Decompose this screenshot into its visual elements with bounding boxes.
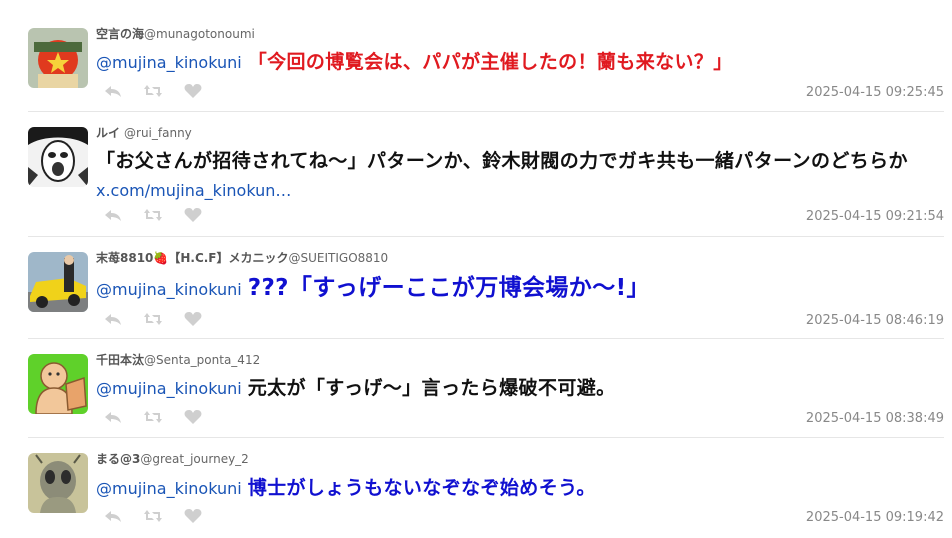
tweet-text: @mujina_kinokuni 「今回の博覧会は、パパが主催したの！蘭も来ない？… [96, 48, 946, 77]
avatar[interactable] [28, 127, 88, 187]
tweet-text: @mujina_kinokuni 元太が「すっげ〜」言ったら爆破不可避。 [96, 374, 946, 403]
reply-icon[interactable] [104, 409, 122, 425]
retweet-icon[interactable] [144, 83, 162, 99]
divider [28, 338, 944, 339]
reply-icon[interactable] [104, 508, 122, 524]
like-icon[interactable] [184, 207, 202, 223]
user-line: ルイ @rui_fanny [96, 124, 192, 141]
tweet-body: 博士がしょうもないなぞなぞ始めそう。 [247, 477, 596, 499]
divider [28, 437, 944, 438]
user-line: 空言の海@munagotonoumi [96, 25, 255, 42]
tweet-body: 「今回の博覧会は、パパが主催したの！蘭も来ない？」 [247, 51, 733, 73]
display-name[interactable]: 千田本汰 [96, 353, 144, 367]
tweet-actions [104, 508, 202, 524]
reply-icon[interactable] [104, 207, 122, 223]
display-name[interactable]: ルイ [96, 126, 120, 140]
like-icon[interactable] [184, 409, 202, 425]
tweet-text: 「お父さんが招待されてね〜」パターンか、鈴木財閥の力でガキ共も一緒パターンのどち… [96, 147, 936, 205]
like-icon[interactable] [184, 508, 202, 524]
handle[interactable]: @great_journey_2 [140, 452, 248, 466]
tweet-actions [104, 207, 202, 223]
mention-link[interactable]: @mujina_kinokuni [96, 53, 242, 72]
retweet-icon[interactable] [144, 409, 162, 425]
tweet-text: @mujina_kinokuni ???「すっげーここが万博会場か〜!」 [96, 274, 946, 304]
divider [28, 111, 944, 112]
mention-link[interactable]: @mujina_kinokuni [96, 479, 242, 498]
like-icon[interactable] [184, 83, 202, 99]
handle[interactable]: @rui_fanny [124, 126, 192, 140]
timestamp[interactable]: 2025-04-15 09:21:54 [806, 209, 944, 224]
reply-icon[interactable] [104, 311, 122, 327]
tweet-body: ???「すっげーここが万博会場か〜!」 [247, 275, 650, 301]
tweet-text: @mujina_kinokuni 博士がしょうもないなぞなぞ始めそう。 [96, 474, 946, 503]
handle[interactable]: @Senta_ponta_412 [144, 353, 260, 367]
avatar[interactable] [28, 28, 88, 88]
user-line: 千田本汰@Senta_ponta_412 [96, 351, 260, 368]
user-line: 末苺8810🍓【H.C.F】メカニック@SUEITIGO8810 [96, 249, 388, 266]
avatar[interactable] [28, 252, 88, 312]
mention-link[interactable]: @mujina_kinokuni [96, 280, 242, 299]
handle[interactable]: @SUEITIGO8810 [289, 251, 389, 265]
handle[interactable]: @munagotonoumi [144, 27, 255, 41]
tweet-actions [104, 83, 202, 99]
quoted-link[interactable]: x.com/mujina_kinokun… [96, 181, 291, 200]
avatar[interactable] [28, 354, 88, 414]
tweet-body: 元太が「すっげ〜」言ったら爆破不可避。 [247, 377, 616, 399]
reply-icon[interactable] [104, 83, 122, 99]
retweet-icon[interactable] [144, 311, 162, 327]
display-name[interactable]: 空言の海 [96, 27, 144, 41]
tweet-actions [104, 311, 202, 327]
display-name[interactable]: 末苺8810🍓【H.C.F】メカニック [96, 251, 289, 265]
retweet-icon[interactable] [144, 207, 162, 223]
display-name[interactable]: まる@3 [96, 452, 140, 466]
reply-feed: 空言の海@munagotonoumi @mujina_kinokuni 「今回の博… [0, 0, 952, 538]
timestamp[interactable]: 2025-04-15 09:25:45 [806, 85, 944, 100]
divider [28, 236, 944, 237]
mention-link[interactable]: @mujina_kinokuni [96, 379, 242, 398]
timestamp[interactable]: 2025-04-15 09:19:42 [806, 510, 944, 525]
timestamp[interactable]: 2025-04-15 08:38:49 [806, 411, 944, 426]
tweet-body: 「お父さんが招待されてね〜」パターンか、鈴木財閥の力でガキ共も一緒パターンのどち… [96, 150, 908, 172]
timestamp[interactable]: 2025-04-15 08:46:19 [806, 313, 944, 328]
retweet-icon[interactable] [144, 508, 162, 524]
avatar[interactable] [28, 453, 88, 513]
like-icon[interactable] [184, 311, 202, 327]
user-line: まる@3@great_journey_2 [96, 450, 249, 467]
tweet-actions [104, 409, 202, 425]
